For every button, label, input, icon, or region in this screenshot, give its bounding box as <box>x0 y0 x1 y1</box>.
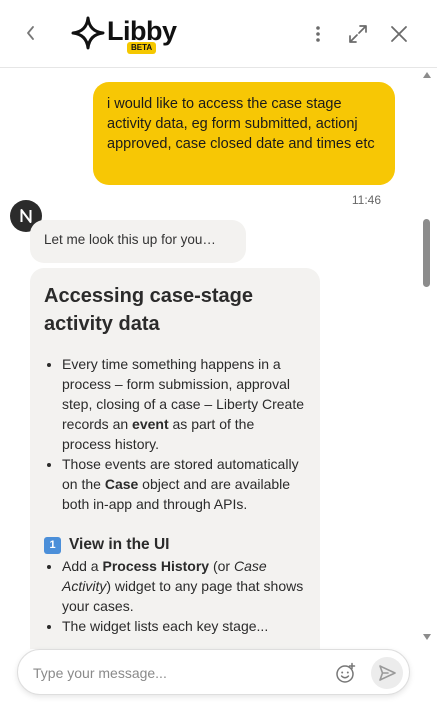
expand-icon[interactable] <box>346 22 370 46</box>
chevron-left-icon[interactable] <box>20 22 42 44</box>
section-heading: 1 View in the UI <box>44 536 306 554</box>
message-composer <box>17 649 410 695</box>
bot-intro-message: Let me look this up for you… <box>30 220 246 263</box>
bullet-text: event <box>132 416 169 432</box>
bullet-text: The widget lists each key stage... <box>62 618 269 634</box>
send-icon <box>379 665 396 681</box>
bot-answer-card: Accessing case-stage activity data Every… <box>30 268 320 649</box>
scroll-up-arrow-icon[interactable] <box>423 72 431 78</box>
section-title: View in the UI <box>69 536 170 553</box>
chat-header: Libby BETA <box>0 0 437 68</box>
user-message: i would like to access the case stage ac… <box>93 82 395 185</box>
answer-title: Accessing case-stage activity data <box>44 285 254 335</box>
chat-transcript[interactable]: i would like to access the case stage ac… <box>0 69 437 649</box>
bullet-item: The widget lists each key stage... <box>62 616 306 636</box>
emoji-add-icon[interactable] <box>335 662 357 684</box>
scroll-down-arrow-icon[interactable] <box>423 634 431 640</box>
send-button[interactable] <box>371 657 403 689</box>
number-badge-icon: 1 <box>44 536 61 554</box>
bullet-item: Add a Process History (or Case Activity)… <box>62 556 306 616</box>
bullet-item: Every time something happens in a proces… <box>62 354 306 454</box>
answer-bullets: Every time something happens in a proces… <box>44 354 306 514</box>
beta-badge: BETA <box>127 42 157 54</box>
bullet-item: Those events are stored automatically on… <box>62 454 306 514</box>
more-vertical-icon[interactable] <box>306 22 330 46</box>
bullet-text: Process History <box>102 558 210 574</box>
bullet-text: Add a <box>62 558 103 574</box>
libby-logo: Libby BETA <box>71 14 179 54</box>
message-input[interactable] <box>33 662 313 684</box>
composer-area <box>0 649 437 719</box>
scrollbar[interactable] <box>420 69 434 649</box>
close-icon[interactable] <box>387 22 411 46</box>
section-bullets: Add a Process History (or Case Activity)… <box>44 556 306 636</box>
scrollbar-thumb[interactable] <box>423 219 430 287</box>
bullet-text: Case <box>104 476 139 492</box>
bullet-text: (or <box>209 558 234 574</box>
sparkle-icon <box>71 16 105 50</box>
message-time: 11:46 <box>351 193 381 207</box>
